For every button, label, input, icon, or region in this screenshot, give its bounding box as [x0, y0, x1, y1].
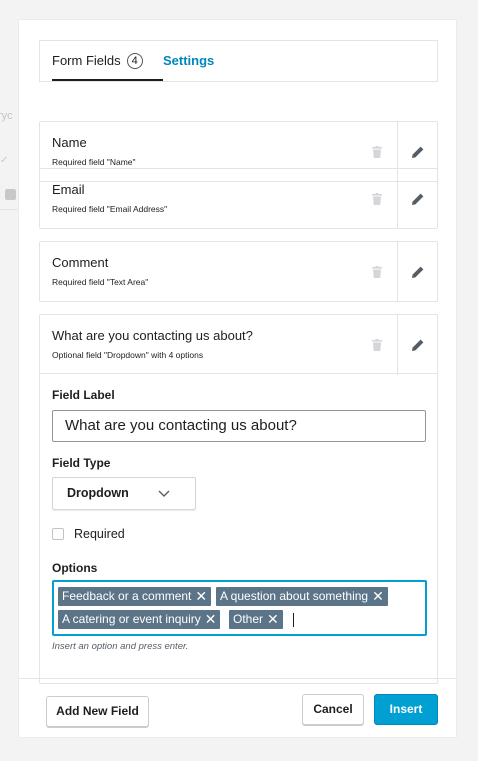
background-block-icon [5, 189, 16, 200]
chevron-down-icon [158, 490, 170, 497]
trash-icon[interactable] [372, 266, 382, 278]
field-card-email[interactable]: Email Required field "Email Address" [39, 168, 438, 229]
tab-form-fields-label: Form Fields [52, 53, 121, 68]
option-token-label: A catering or event inquiry [62, 612, 201, 626]
field-title: Email [52, 182, 85, 197]
remove-option-icon[interactable]: ✕ [195, 588, 207, 604]
trash-icon[interactable] [372, 193, 382, 205]
cancel-button[interactable]: Cancel [302, 694, 364, 725]
option-token-label: Feedback or a comment [62, 589, 192, 603]
active-tab-indicator [52, 79, 163, 81]
field-label-input[interactable]: What are you contacting us about? [52, 410, 426, 442]
insert-button[interactable]: Insert [374, 694, 438, 725]
pencil-icon [411, 146, 423, 158]
pencil-icon [411, 266, 423, 278]
pencil-icon [411, 193, 423, 205]
trash-icon[interactable] [372, 146, 382, 158]
option-token-label: Other [233, 612, 264, 626]
background-divider [0, 209, 18, 210]
field-subtitle: Required field "Name" [52, 157, 136, 167]
remove-option-icon[interactable]: ✕ [372, 588, 384, 604]
option-token: Other ✕ [229, 610, 283, 629]
edit-button[interactable] [397, 315, 437, 375]
text-caret [293, 613, 294, 627]
field-type-heading: Field Type [52, 456, 111, 470]
options-hint: Insert an option and press enter. [52, 641, 189, 652]
remove-option-icon[interactable]: ✕ [267, 611, 279, 627]
remove-option-icon[interactable]: ✕ [205, 611, 217, 627]
field-count-badge: 4 [126, 53, 143, 69]
required-label: Required [74, 527, 125, 541]
option-token: A catering or event inquiry ✕ [58, 610, 221, 629]
footer-divider [19, 678, 456, 679]
field-subtitle: Required field "Email Address" [52, 204, 168, 214]
field-type-value: Dropdown [67, 486, 129, 500]
tab-form-fields[interactable]: Form Fields 4 [52, 41, 163, 81]
field-type-select[interactable]: Dropdown [52, 477, 196, 510]
field-label-heading: Field Label [52, 388, 115, 402]
edit-button[interactable] [397, 242, 437, 302]
background-fragment-text: ryc [0, 110, 13, 122]
required-checkbox[interactable] [52, 528, 64, 540]
field-title: Comment [52, 255, 109, 270]
add-new-field-button[interactable]: Add New Field [46, 696, 149, 727]
field-card-comment[interactable]: Comment Required field "Text Area" [39, 241, 438, 302]
background-chevron-icon: ✓ [0, 155, 9, 166]
field-card-dropdown: What are you contacting us about? Option… [39, 314, 438, 684]
option-token: Feedback or a comment ✕ [58, 587, 212, 606]
field-title[interactable]: What are you contacting us about? [52, 328, 253, 343]
pencil-icon [411, 339, 423, 351]
tab-bar: Form Fields 4 Settings [39, 40, 438, 82]
options-heading: Options [52, 561, 98, 575]
option-token: A question about something ✕ [216, 587, 388, 606]
form-fields-modal: Form Fields 4 Settings Name Required fiel… [18, 19, 457, 738]
tab-settings[interactable]: Settings [163, 41, 214, 81]
field-subtitle: Required field "Text Area" [52, 277, 149, 287]
option-token-label: A question about something [220, 589, 369, 603]
field-subtitle: Optional field "Dropdown" with 4 options [52, 350, 204, 360]
card-divider [40, 373, 437, 374]
edit-button[interactable] [397, 169, 437, 229]
field-title: Name [52, 135, 87, 150]
options-token-input[interactable]: Feedback or a comment ✕ A question about … [52, 580, 427, 636]
trash-icon[interactable] [372, 339, 382, 351]
